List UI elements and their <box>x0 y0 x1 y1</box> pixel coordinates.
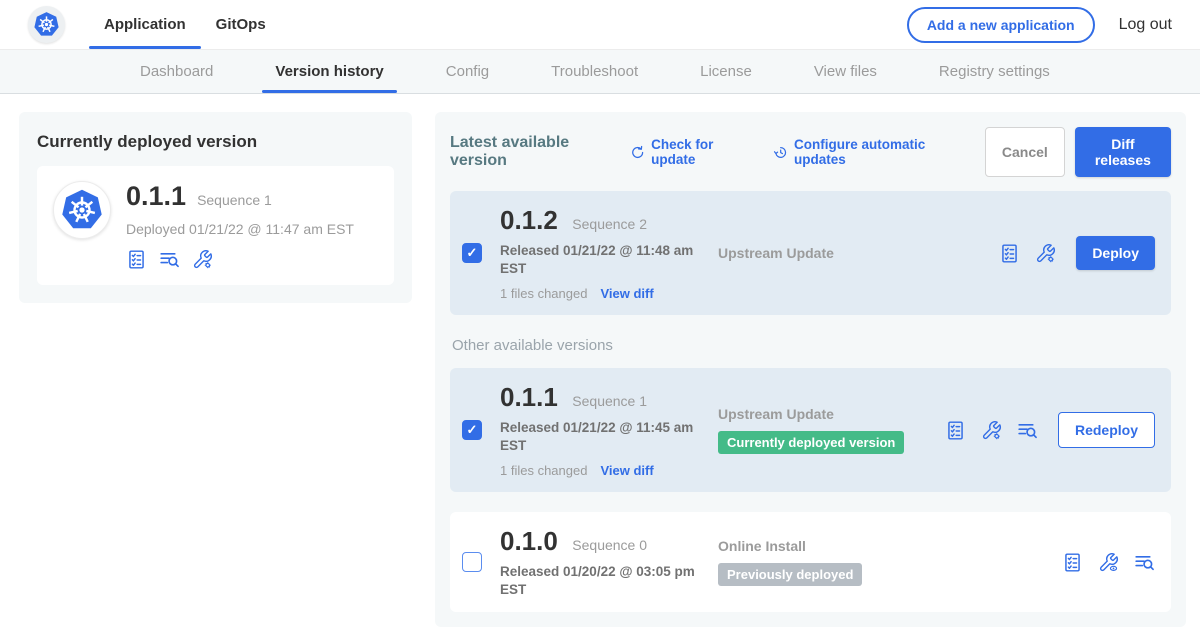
view-diff-link[interactable]: View diff <box>600 286 653 301</box>
subnav-dashboard[interactable]: Dashboard <box>140 50 213 93</box>
latest-version-header: Latest available version Check for updat… <box>450 127 1171 177</box>
kubernetes-logo <box>28 6 65 43</box>
edit-config-icon[interactable] <box>192 249 213 270</box>
logout-link[interactable]: Log out <box>1119 16 1172 34</box>
deployed-version-number: 0.1.1 <box>126 181 186 212</box>
deployed-timestamp: Deployed 01/21/22 @ 11:47 am EST <box>126 221 354 237</box>
version-source: Upstream Update <box>718 406 933 422</box>
preflight-checks-icon[interactable] <box>945 420 966 441</box>
files-changed-label: 1 files changed <box>500 286 587 301</box>
check-for-update-label: Check for update <box>651 137 751 167</box>
subnav-config[interactable]: Config <box>446 50 489 93</box>
released-timestamp: Released 01/20/22 @ 03:05 pm EST <box>500 563 700 598</box>
version-checkbox[interactable] <box>462 552 482 572</box>
preflight-checks-icon[interactable] <box>1062 552 1083 573</box>
deployed-version-sequence: Sequence 1 <box>197 192 272 208</box>
cancel-button[interactable]: Cancel <box>985 127 1065 177</box>
auto-update-clock-icon <box>773 144 788 161</box>
view-deploy-logs-icon[interactable] <box>1017 420 1038 441</box>
subnav-view-files[interactable]: View files <box>814 50 877 93</box>
previously-deployed-badge: Previously deployed <box>718 563 862 586</box>
version-row-0-1-1: ✓ 0.1.1 Sequence 1 Released 01/21/22 @ 1… <box>450 368 1171 492</box>
latest-version-title: Latest available version <box>450 134 614 170</box>
tab-gitops-label: GitOps <box>216 16 266 33</box>
configure-auto-updates-label: Configure automatic updates <box>794 137 963 167</box>
refresh-icon <box>630 144 645 161</box>
redeploy-button[interactable]: Redeploy <box>1058 412 1155 448</box>
currently-deployed-panel: Currently deployed version 0.1.1 Sequenc… <box>19 112 412 303</box>
kubernetes-helm-icon <box>60 188 104 232</box>
view-config-icon[interactable] <box>1098 552 1119 573</box>
diff-releases-button[interactable]: Diff releases <box>1075 127 1171 177</box>
app-logo <box>53 181 111 239</box>
version-checkbox[interactable]: ✓ <box>462 420 482 440</box>
app-subnav: Dashboard Version history Config Trouble… <box>0 50 1200 94</box>
edit-config-icon[interactable] <box>1035 243 1056 264</box>
version-number: 0.1.1 <box>500 382 558 412</box>
edit-config-icon[interactable] <box>981 420 1002 441</box>
released-timestamp: Released 01/21/22 @ 11:45 am EST <box>500 419 700 454</box>
deploy-button[interactable]: Deploy <box>1076 236 1155 270</box>
version-row-0-1-2: ✓ 0.1.2 Sequence 2 Released 01/21/22 @ 1… <box>450 191 1171 315</box>
tab-application[interactable]: Application <box>89 0 201 49</box>
version-checkbox[interactable]: ✓ <box>462 243 482 263</box>
version-source: Online Install <box>718 538 1050 554</box>
version-number: 0.1.0 <box>500 526 558 556</box>
version-sequence: Sequence 0 <box>572 537 647 553</box>
currently-deployed-card: 0.1.1 Sequence 1 Deployed 01/21/22 @ 11:… <box>37 166 394 285</box>
topbar: Application GitOps Add a new application… <box>0 0 1200 50</box>
preflight-checks-icon[interactable] <box>999 243 1020 264</box>
version-history-panel: Latest available version Check for updat… <box>435 112 1186 627</box>
version-row-0-1-0: 0.1.0 Sequence 0 Released 01/20/22 @ 03:… <box>450 512 1171 612</box>
subnav-license[interactable]: License <box>700 50 752 93</box>
released-timestamp: Released 01/21/22 @ 11:48 am EST <box>500 242 700 277</box>
subnav-troubleshoot[interactable]: Troubleshoot <box>551 50 638 93</box>
view-deploy-logs-icon[interactable] <box>1134 552 1155 573</box>
subnav-version-history[interactable]: Version history <box>275 50 383 93</box>
topbar-right: Add a new application Log out <box>907 0 1200 49</box>
tab-gitops[interactable]: GitOps <box>201 0 281 49</box>
add-application-button[interactable]: Add a new application <box>907 7 1095 43</box>
tab-application-label: Application <box>104 16 186 33</box>
check-icon: ✓ <box>467 422 478 438</box>
main-content: Currently deployed version 0.1.1 Sequenc… <box>0 94 1200 627</box>
version-sequence: Sequence 2 <box>572 216 647 232</box>
files-changed-label: 1 files changed <box>500 463 587 478</box>
preflight-checks-icon[interactable] <box>126 249 147 270</box>
version-sequence: Sequence 1 <box>572 393 647 409</box>
kubernetes-helm-icon <box>33 11 60 38</box>
other-versions-label: Other available versions <box>452 337 1171 354</box>
subnav-registry-settings[interactable]: Registry settings <box>939 50 1050 93</box>
configure-auto-updates-link[interactable]: Configure automatic updates <box>773 137 963 167</box>
check-icon: ✓ <box>467 245 478 261</box>
check-for-update-link[interactable]: Check for update <box>630 137 751 167</box>
currently-deployed-badge: Currently deployed version <box>718 431 904 454</box>
currently-deployed-title: Currently deployed version <box>37 132 394 152</box>
version-source: Upstream Update <box>718 245 987 261</box>
version-number: 0.1.2 <box>500 205 558 235</box>
view-deploy-logs-icon[interactable] <box>159 249 180 270</box>
view-diff-link[interactable]: View diff <box>600 463 653 478</box>
